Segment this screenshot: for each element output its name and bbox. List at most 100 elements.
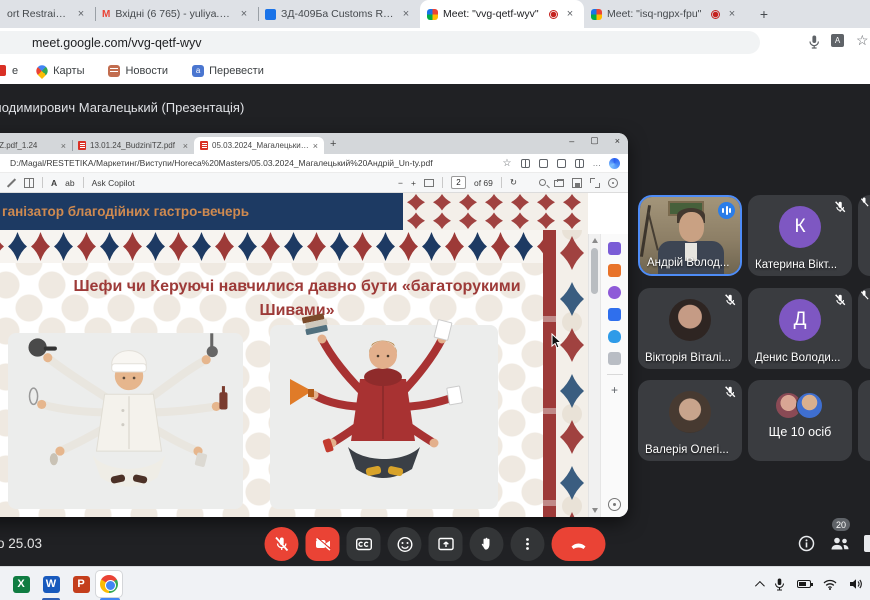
maximize-icon[interactable]: ▢ [590,135,599,146]
edge-body: ганізатор благодійних гастро-вечерь [0,193,628,517]
edge-tab-1[interactable]: 1.24_BudziniTZ.pdf × [0,137,72,154]
tray-chevron-icon[interactable] [755,580,765,590]
leave-call-button[interactable] [552,527,606,561]
battery-icon[interactable] [797,580,811,588]
reactions-button[interactable] [388,527,422,561]
bookmark-favicon-partial[interactable] [0,65,6,76]
favorites-bar-icon[interactable] [539,159,548,168]
edge-tab-2[interactable]: 13.01.24_BudziniTZ.pdf × [72,137,194,154]
participant-name: Денис Володи... [755,352,840,364]
close-icon[interactable]: × [183,141,188,151]
settings-more-icon[interactable]: … [593,158,602,168]
more-options-button[interactable] [511,527,545,561]
recording-icon [549,10,558,19]
tab-customs[interactable]: ЗД-409Ба Customs Regulation × [258,0,420,28]
bookmark-partial[interactable]: е [12,65,18,77]
taskbar-chrome-icon[interactable] [96,571,122,597]
sidebar-outlook-icon[interactable] [608,308,621,321]
zoom-in-button[interactable]: + [411,178,416,188]
scroll-down-icon[interactable] [592,508,598,513]
wifi-icon[interactable] [823,579,837,590]
sidebar-drive-icon[interactable] [608,330,621,343]
split-screen-icon[interactable] [521,159,530,168]
scrollbar-thumb[interactable] [591,248,598,294]
tab-gmail[interactable]: M Вхідні (6 765) - yuliya.kovalenk × [95,0,258,28]
tile-viktoriia[interactable]: Вікторія Віталі... [638,288,742,369]
new-tab-button[interactable]: + [752,2,776,26]
tile-partial[interactable] [858,380,870,461]
pdf-settings-icon[interactable] [608,178,618,188]
tile-denys[interactable]: Д Денис Володи... [748,288,852,369]
zoom-out-button[interactable]: − [398,178,403,188]
decor-branch [647,211,659,250]
edge-tab-strip: 1.24_BudziniTZ.pdf × 13.01.24_BudziniTZ.… [0,133,628,154]
close-icon[interactable]: × [399,7,413,21]
save-icon[interactable] [572,178,582,188]
scroll-up-icon[interactable] [592,238,598,243]
draw-icon[interactable] [6,178,16,188]
tab-restraints[interactable]: ort Restraints (VE × [0,0,95,28]
rotate-icon[interactable]: ↻ [510,177,517,188]
taskbar-powerpoint-icon[interactable]: P [68,571,94,597]
close-icon[interactable]: × [74,7,88,21]
close-icon[interactable]: × [725,7,739,21]
close-icon[interactable]: × [615,136,620,146]
tile-andrii[interactable]: Андрій Волод... [638,195,742,276]
bookmark-news[interactable]: Новости [108,65,168,77]
minimize-icon[interactable]: – [569,136,574,146]
browser-essentials-icon[interactable] [575,159,584,168]
close-icon[interactable]: × [237,7,251,21]
bookmark-maps[interactable]: Карты [36,65,84,77]
mic-off-button[interactable] [265,527,299,561]
tile-valeriia[interactable]: Валерія Олегі... [638,380,742,461]
edge-address-bar[interactable]: D:/Magal/RESTETIKA/Маркетинг/Виступи/Hor… [0,154,628,173]
info-icon[interactable] [798,535,815,552]
print-icon[interactable] [554,180,564,187]
tab-meet-2[interactable]: Meet: "isq-ngpx-fpu" × [584,0,746,28]
bookmark-translate[interactable]: a Перевести [192,65,264,77]
sidebar-office-icon[interactable] [608,264,621,277]
banner-navy-block: ганізатор благодійних гастро-вечерь [0,193,403,230]
dictate-icon[interactable]: ab [65,178,74,188]
fullscreen-icon[interactable] [590,178,600,188]
pdf-scrollbar[interactable] [588,234,600,517]
tab-meet-active[interactable]: Meet: "vvg-qetf-wyv" × [420,0,584,28]
sidebar-word-icon[interactable] [608,352,621,365]
edge-new-tab-button[interactable]: + [330,138,336,150]
bookmark-star-icon[interactable]: ☆ [856,32,870,48]
ask-copilot-button[interactable]: Ask Copilot [92,178,135,188]
page-number-input[interactable]: 2 [451,176,466,189]
fit-to-width-icon[interactable] [424,179,434,187]
tray-mic-icon[interactable] [774,578,785,591]
close-icon[interactable]: × [313,141,318,151]
read-aloud-icon[interactable]: A [51,178,57,188]
sidebar-settings-icon[interactable] [608,498,621,511]
people-icon[interactable] [830,536,850,551]
tile-partial[interactable] [858,195,870,276]
favorites-star-icon[interactable]: ☆ [503,158,512,169]
present-button[interactable] [429,527,463,561]
copilot-icon[interactable] [609,158,620,169]
sidebar-contact-icon[interactable] [608,286,621,299]
tile-more-people[interactable]: Ще 10 осіб [748,380,852,461]
close-icon[interactable]: × [563,7,577,21]
close-icon[interactable]: × [61,141,66,151]
speaker-icon[interactable] [849,578,862,590]
search-icon[interactable] [539,179,546,186]
address-bar[interactable]: meet.google.com/vvg-qetf-wyv [0,31,760,54]
voice-search-icon[interactable] [806,34,822,50]
taskbar-word-icon[interactable]: W [38,571,64,597]
contents-icon[interactable] [24,178,34,188]
sidebar-copilot-icon[interactable] [608,242,621,255]
edge-tab-active[interactable]: 05.03.2024_Магалецький Андр × [194,137,324,154]
collections-icon[interactable] [557,159,566,168]
taskbar-excel-icon[interactable]: X [8,571,34,597]
tile-partial[interactable] [858,288,870,369]
tile-kateryna[interactable]: К Катерина Вікт... [748,195,852,276]
captions-button[interactable] [347,527,381,561]
translate-icon[interactable]: A [831,34,847,50]
camera-off-button[interactable] [306,527,340,561]
raise-hand-button[interactable] [470,527,504,561]
chat-icon-partial[interactable] [864,535,870,552]
sidebar-add-icon[interactable]: + [608,384,621,397]
